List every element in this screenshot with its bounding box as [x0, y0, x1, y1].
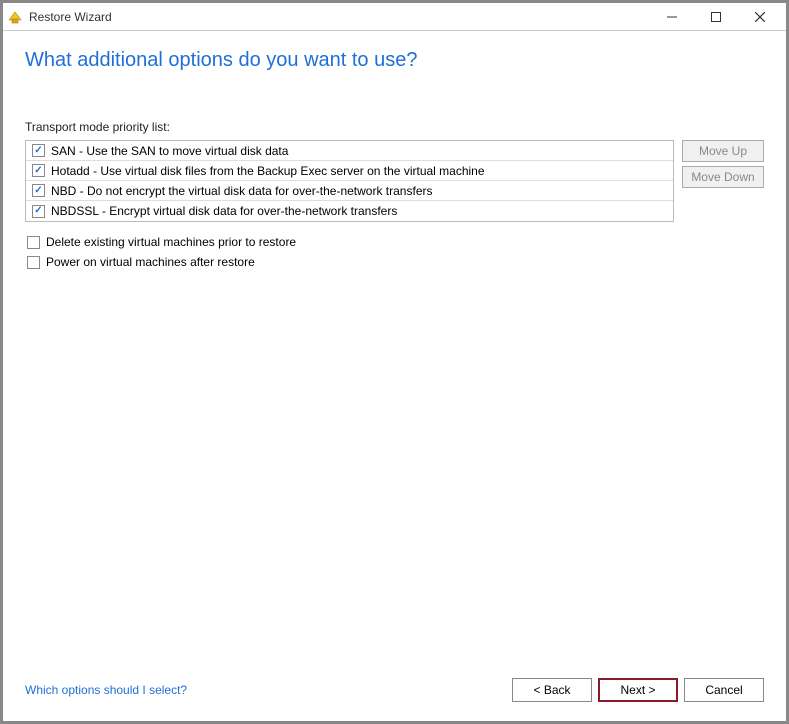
titlebar: Restore Wizard: [3, 3, 786, 31]
list-item-label: NBD - Do not encrypt the virtual disk da…: [51, 184, 433, 198]
move-down-button[interactable]: Move Down: [682, 166, 764, 188]
extra-options: Delete existing virtual machines prior t…: [25, 232, 764, 272]
next-button[interactable]: Next >: [598, 678, 678, 702]
content-pane: What additional options do you want to u…: [3, 31, 786, 671]
option-power-on[interactable]: Power on virtual machines after restore: [25, 252, 764, 272]
option-delete-existing[interactable]: Delete existing virtual machines prior t…: [25, 232, 764, 252]
checkbox-icon[interactable]: [32, 164, 45, 177]
checkbox-icon[interactable]: [32, 205, 45, 218]
back-button[interactable]: < Back: [512, 678, 592, 702]
checkbox-icon[interactable]: [27, 256, 40, 269]
restore-wizard-window: Restore Wizard What additional options d…: [2, 2, 787, 722]
minimize-button[interactable]: [650, 3, 694, 31]
transport-item-hotadd[interactable]: Hotadd - Use virtual disk files from the…: [26, 161, 673, 181]
transport-list-label: Transport mode priority list:: [25, 120, 764, 134]
checkbox-icon[interactable]: [27, 236, 40, 249]
checkbox-icon[interactable]: [32, 184, 45, 197]
list-item-label: NBDSSL - Encrypt virtual disk data for o…: [51, 204, 397, 218]
close-button[interactable]: [738, 3, 782, 31]
move-buttons-group: Move Up Move Down: [682, 140, 764, 188]
checkbox-icon[interactable]: [32, 144, 45, 157]
option-label: Delete existing virtual machines prior t…: [46, 235, 296, 249]
window-title: Restore Wizard: [29, 10, 650, 24]
move-up-button[interactable]: Move Up: [682, 140, 764, 162]
list-item-label: SAN - Use the SAN to move virtual disk d…: [51, 144, 288, 158]
option-label: Power on virtual machines after restore: [46, 255, 255, 269]
transport-list[interactable]: SAN - Use the SAN to move virtual disk d…: [25, 140, 674, 222]
app-icon: [7, 9, 23, 25]
transport-item-nbd[interactable]: NBD - Do not encrypt the virtual disk da…: [26, 181, 673, 201]
transport-item-nbdssl[interactable]: NBDSSL - Encrypt virtual disk data for o…: [26, 201, 673, 221]
page-heading: What additional options do you want to u…: [25, 49, 764, 72]
help-link[interactable]: Which options should I select?: [25, 683, 187, 697]
footer: Which options should I select? < Back Ne…: [3, 671, 786, 721]
transport-item-san[interactable]: SAN - Use the SAN to move virtual disk d…: [26, 141, 673, 161]
cancel-button[interactable]: Cancel: [684, 678, 764, 702]
maximize-button[interactable]: [694, 3, 738, 31]
list-item-label: Hotadd - Use virtual disk files from the…: [51, 164, 485, 178]
transport-section: SAN - Use the SAN to move virtual disk d…: [25, 140, 764, 222]
